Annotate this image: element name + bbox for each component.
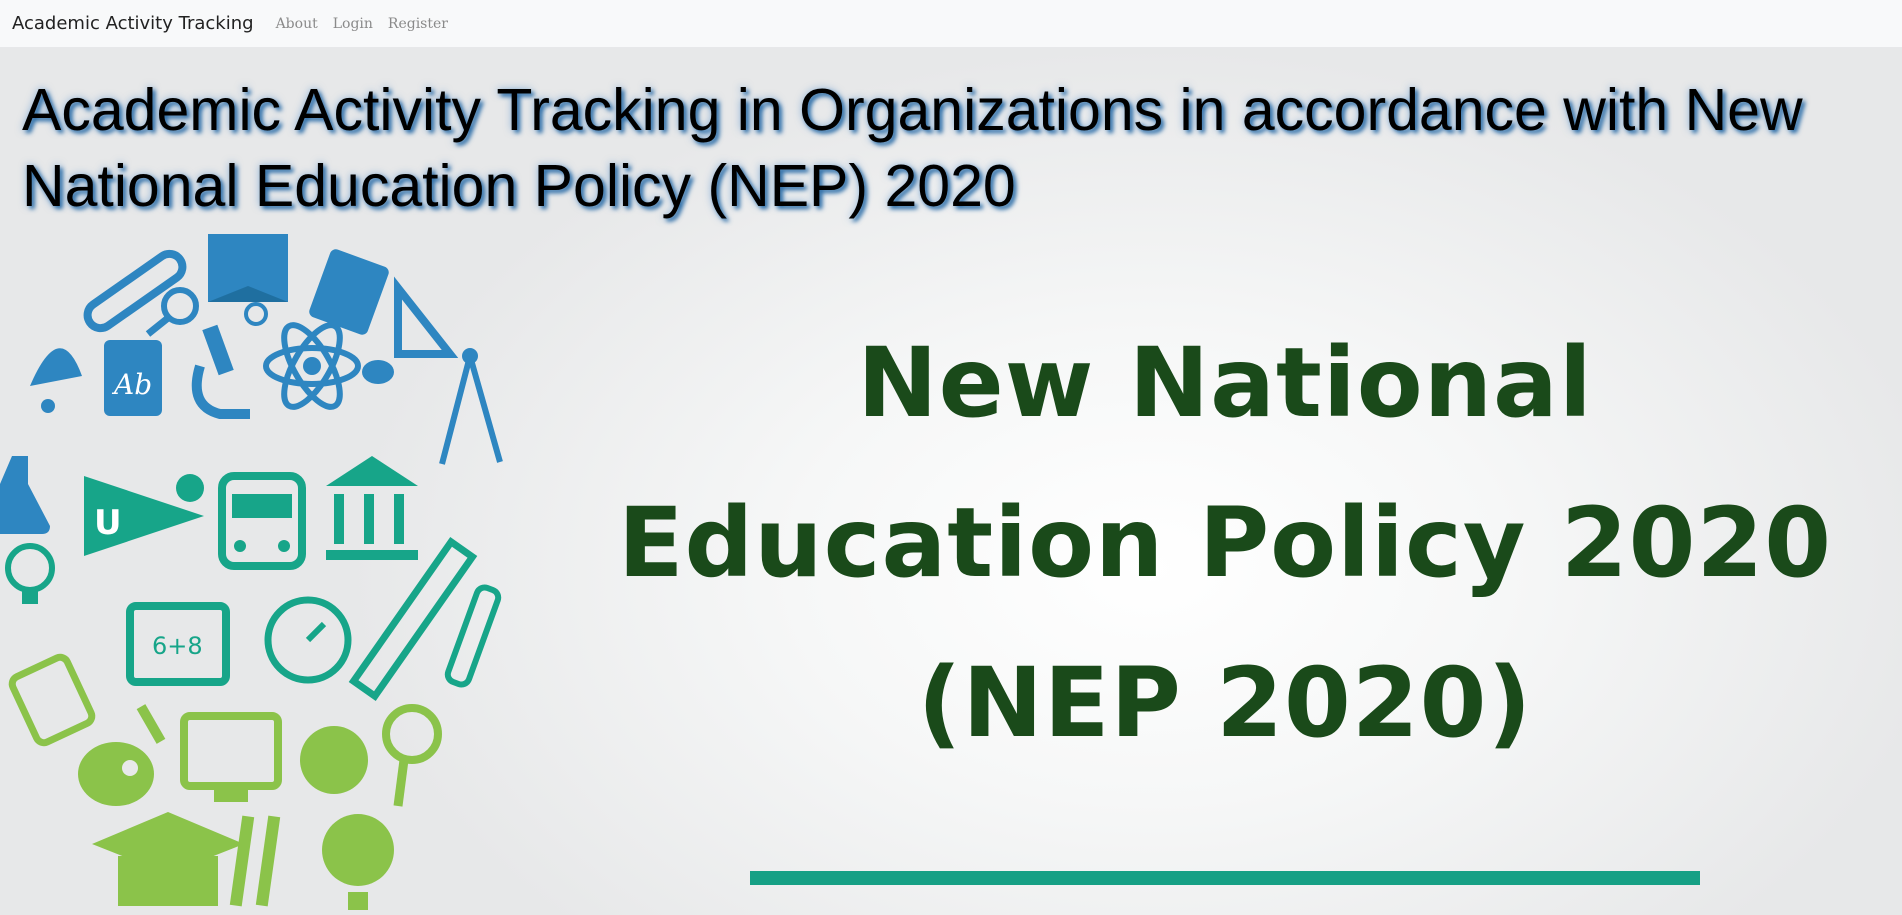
banner-line-1: New National bbox=[857, 327, 1593, 439]
dictionary-icon: Ab bbox=[104, 340, 162, 416]
banner-line-3: (NEP 2020) bbox=[917, 647, 1533, 759]
education-icons-illustration: Ab U 6+8 bbox=[0, 234, 503, 910]
lightbulb-icon bbox=[244, 302, 268, 326]
pencil-icon bbox=[136, 704, 166, 744]
chalkboard-icon: 6+8 bbox=[126, 602, 230, 686]
page-heading: Academic Activity Tracking in Organizati… bbox=[22, 77, 1803, 219]
monitor-icon bbox=[180, 712, 282, 802]
ruler-icon bbox=[348, 537, 478, 701]
compass-icon bbox=[439, 348, 503, 465]
nav-link-register[interactable]: Register bbox=[388, 16, 448, 32]
lightbulb-outline-icon bbox=[5, 543, 55, 604]
svg-text:Ab: Ab bbox=[111, 368, 152, 401]
banner-title: New National Education Policy 2020 (NEP … bbox=[600, 303, 1850, 783]
notepad-icon bbox=[309, 249, 389, 335]
paint-palette-icon bbox=[78, 742, 154, 806]
banner-line-2: Education Policy 2020 bbox=[617, 487, 1833, 599]
apple-icon bbox=[176, 474, 204, 502]
pencils-icon bbox=[229, 815, 281, 907]
apple-green-icon bbox=[300, 726, 368, 794]
book-icon bbox=[208, 234, 288, 302]
school-bus-icon bbox=[218, 472, 306, 570]
nav-link-login[interactable]: Login bbox=[333, 16, 373, 32]
palette-icon bbox=[362, 360, 394, 384]
nav-link-about[interactable]: About bbox=[276, 16, 318, 32]
navbar-brand-link[interactable]: Academic Activity Tracking bbox=[12, 13, 254, 34]
navbar: Academic Activity Tracking About Login R… bbox=[0, 0, 1902, 48]
flask-icon bbox=[0, 456, 50, 534]
atom-icon bbox=[263, 322, 361, 410]
globe-icon bbox=[322, 814, 394, 910]
museum-icon bbox=[326, 456, 418, 560]
svg-text:U: U bbox=[94, 503, 122, 543]
microscope-icon bbox=[191, 324, 250, 419]
svg-text:6+8: 6+8 bbox=[152, 632, 203, 660]
bell-icon bbox=[30, 348, 82, 413]
magnifier-green-icon bbox=[382, 704, 442, 807]
pen-icon bbox=[444, 584, 502, 688]
triangle-ruler-icon bbox=[394, 276, 459, 358]
banner-divider bbox=[750, 871, 1700, 885]
clock-icon bbox=[264, 596, 352, 684]
graduation-cap-icon bbox=[92, 812, 244, 906]
calculator-icon bbox=[8, 653, 96, 747]
